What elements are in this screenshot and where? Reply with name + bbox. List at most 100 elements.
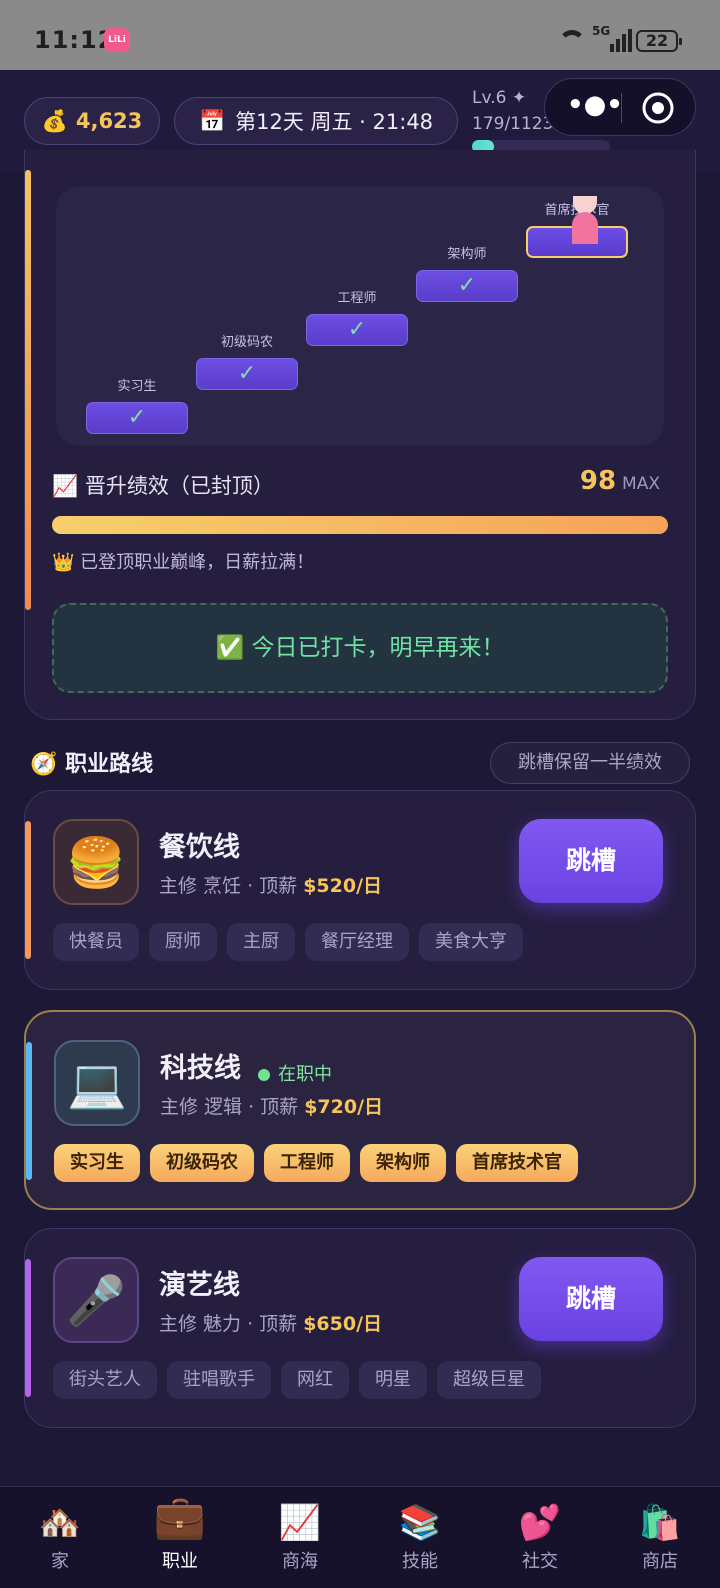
career-accent-bar (25, 1259, 31, 1397)
coin-balance[interactable]: 💰 4,623 (24, 97, 160, 145)
briefcase-icon: 💼 (153, 1492, 207, 1541)
card-accent-bar (25, 170, 31, 610)
career-desc: 主修 魅力 · 顶薪 $650/日 (159, 1309, 382, 1336)
career-tags: 快餐员 厨师 主厨 餐厅经理 美食大亨 (53, 923, 523, 961)
career-salary: $720/日 (304, 1096, 384, 1118)
performance-note: 👑 已登顶职业巅峰，日薪拉满！ (52, 548, 314, 574)
career-name: 餐饮线 (159, 832, 240, 863)
routes-title: 🧭 职业路线 (30, 746, 153, 778)
houses-icon: 🏘️ (38, 1503, 82, 1543)
nav-shop[interactable]: 🛍️ 商店 (600, 1487, 720, 1587)
mini-program-capsule: •●• (544, 78, 696, 136)
career-desc-text: 主修 魅力 · 顶薪 (159, 1313, 304, 1335)
career-desc: 主修 逻辑 · 顶薪 $720/日 (160, 1092, 383, 1119)
performance-max-label: MAX (622, 474, 660, 494)
day-time-display: 📅 第12天 周五 · 21:48 (174, 97, 458, 145)
exp-text: 179/1123 (472, 114, 554, 134)
career-accent-bar (26, 1042, 32, 1180)
crown-icon: 👑 (52, 552, 75, 573)
app-notification-icon: LiLi (104, 28, 130, 52)
ladder-step-label: 工程师 (337, 291, 377, 306)
career-tag: 超级巨星 (437, 1361, 541, 1399)
cellular-signal-icon (610, 29, 632, 52)
performance-progress-bar (52, 516, 668, 534)
day-time-text: 第12天 周五 · 21:48 (235, 110, 434, 134)
burger-icon: 🍔 (53, 819, 139, 905)
nav-label: 职业 (162, 1551, 198, 1572)
career-tag: 驻唱歌手 (167, 1361, 271, 1399)
career-salary: $520/日 (303, 875, 383, 897)
performance-title: 📈 晋升绩效（已封顶） (52, 470, 274, 500)
career-tag: 网红 (281, 1361, 349, 1399)
level-text: Lv.6 (472, 88, 507, 108)
laptop-icon: 💻 (54, 1040, 140, 1126)
career-tags: 实习生 初级码农 工程师 架构师 首席技术官 (54, 1144, 578, 1182)
status-bar: 11:12 LiLi 5G 22 (0, 0, 720, 70)
job-hop-hint: 跳槽保留一半绩效 (490, 742, 690, 784)
ladder-step: ✓ (306, 314, 408, 346)
career-tag: 厨师 (149, 923, 217, 961)
battery-icon: 22 (636, 30, 682, 52)
career-tag: 明星 (359, 1361, 427, 1399)
career-tag: 餐厅经理 (305, 923, 409, 961)
shopping-bags-icon: 🛍️ (638, 1503, 682, 1543)
level-info: Lv.6 ✦ 179/1123 (472, 88, 553, 134)
checkin-button[interactable]: ✅ 今日已打卡，明早再来！ (52, 603, 668, 693)
ladder-step-label: 初级码农 (220, 335, 273, 350)
nav-label: 社交 (522, 1551, 558, 1572)
employment-status-text: 在职中 (278, 1064, 332, 1085)
career-card-tech: 💻 科技线 在职中 主修 逻辑 · 顶薪 $720/日 实习生 初级码农 工程师… (24, 1010, 696, 1210)
employment-status-badge: 在职中 (258, 1060, 332, 1086)
nav-label: 家 (51, 1551, 69, 1572)
career-card-food: 🍔 餐饮线 主修 烹饪 · 顶薪 $520/日 跳槽 快餐员 厨师 主厨 餐厅经… (24, 790, 696, 990)
nav-career[interactable]: 💼 职业 (120, 1487, 240, 1587)
career-desc-text: 主修 烹饪 · 顶薪 (159, 875, 304, 897)
job-hop-button[interactable]: 跳槽 (519, 1257, 663, 1341)
career-salary: $650/日 (303, 1313, 383, 1335)
job-hop-button[interactable]: 跳槽 (519, 819, 663, 903)
career-tags: 街头艺人 驻唱歌手 网红 明星 超级巨星 (53, 1361, 541, 1399)
coin-amount: 4,623 (75, 109, 143, 133)
nav-social[interactable]: 💕 社交 (480, 1487, 600, 1587)
career-tag: 快餐员 (53, 923, 139, 961)
more-menu-icon[interactable]: •●• (567, 92, 623, 121)
status-dot-icon (258, 1069, 270, 1081)
ladder-step-label: 实习生 (117, 379, 157, 394)
money-bag-icon: 💰 (41, 108, 68, 133)
performance-value: 98 MAX (580, 466, 660, 496)
nav-skills[interactable]: 📚 技能 (360, 1487, 480, 1587)
career-tag: 首席技术官 (456, 1144, 578, 1182)
hearts-icon: 💕 (518, 1503, 562, 1543)
career-desc: 主修 烹饪 · 顶薪 $520/日 (159, 871, 382, 898)
ladder-step: ✓ (416, 270, 518, 302)
level-star-icon: ✦ (511, 88, 527, 108)
performance-progress-fill (52, 516, 668, 534)
career-tag: 初级码农 (150, 1144, 254, 1182)
career-desc-text: 主修 逻辑 · 顶薪 (160, 1096, 305, 1118)
books-icon: 📚 (398, 1503, 442, 1543)
wifi-icon (558, 30, 586, 52)
career-card-performing: 🎤 演艺线 主修 魅力 · 顶薪 $650/日 跳槽 街头艺人 驻唱歌手 网红 … (24, 1228, 696, 1428)
player-avatar-icon (572, 196, 598, 246)
ladder-step: ✓ (196, 358, 298, 390)
bottom-nav: 🏘️ 家 💼 职业 📈 商海 📚 技能 💕 社交 🛍️ 商店 (0, 1486, 720, 1588)
nav-business[interactable]: 📈 商海 (240, 1487, 360, 1587)
career-tag: 美食大亨 (419, 923, 523, 961)
close-target-icon[interactable] (641, 91, 675, 125)
checkin-text: 今日已打卡，明早再来！ (251, 635, 505, 661)
career-tag: 架构师 (360, 1144, 446, 1182)
calendar-icon: 📅 (198, 108, 226, 133)
nav-label: 商海 (282, 1551, 318, 1572)
signal-area: 5G (558, 24, 632, 52)
capsule-divider (621, 93, 622, 123)
microphone-icon: 🎤 (53, 1257, 139, 1343)
network-type-text: 5G (592, 24, 611, 38)
performance-title-text: 晋升绩效（已封顶） (84, 474, 274, 498)
nav-home[interactable]: 🏘️ 家 (0, 1487, 120, 1587)
ladder-step-label: 架构师 (447, 247, 487, 262)
check-mark-icon: ✅ (215, 635, 245, 661)
career-tag: 工程师 (264, 1144, 350, 1182)
routes-title-text: 职业路线 (65, 752, 154, 777)
career-name: 科技线 (160, 1053, 241, 1084)
performance-score: 98 (579, 466, 617, 496)
